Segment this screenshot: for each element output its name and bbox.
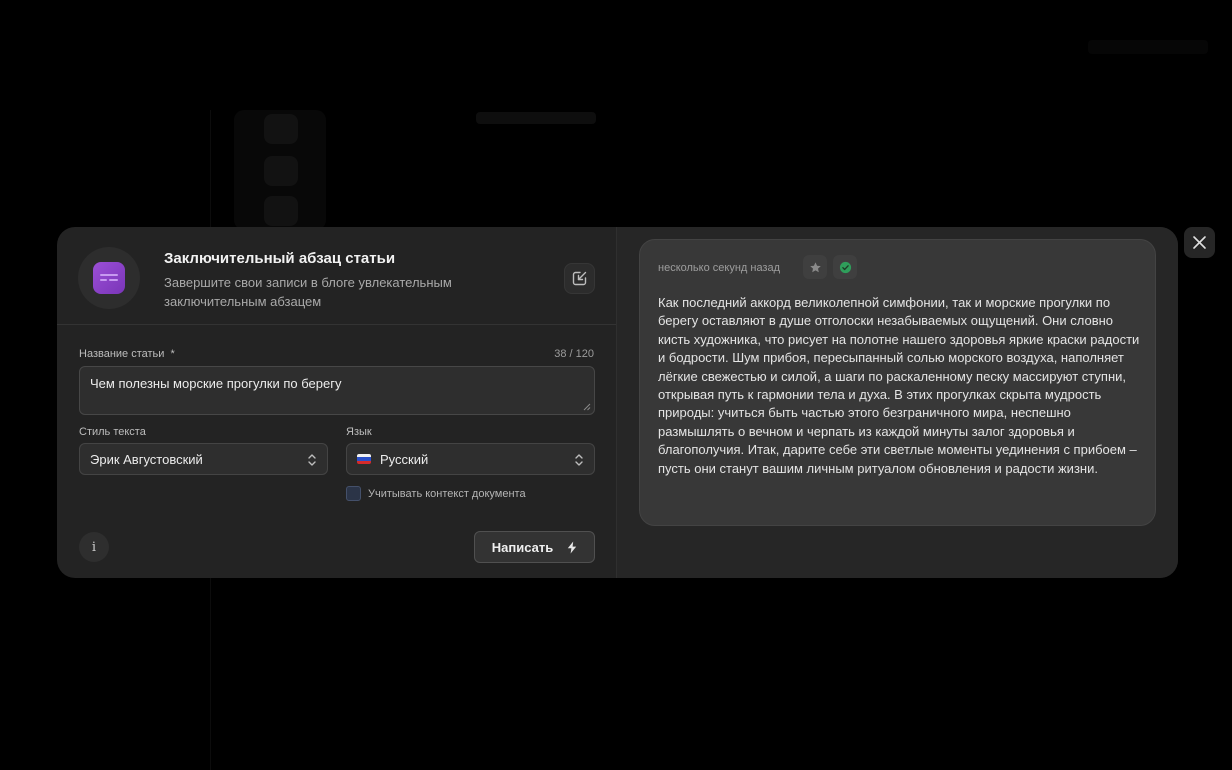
background-icon [264,114,298,144]
background-header [1088,40,1208,54]
insert-arrow-icon [572,271,587,286]
insert-button[interactable] [564,263,595,294]
check-circle-icon [839,261,851,273]
style-label: Стиль текста [79,426,146,438]
modal-header: Заключительный абзац статьи Завершите св… [57,227,616,325]
language-select[interactable]: Русский [346,443,595,475]
article-title-input[interactable]: Чем полезны морские прогулки по берегу [79,366,595,415]
modal-title: Заключительный абзац статьи [164,250,396,267]
star-icon [809,261,821,272]
paragraph-tool-icon [93,262,125,294]
context-checkbox[interactable] [346,486,361,501]
background-icon [264,196,298,226]
generator-modal: Заключительный абзац статьи Завершите св… [57,227,1178,578]
chevron-up-down-icon [575,454,583,466]
article-title-label: Название статьи * [79,348,175,360]
result-timestamp: несколько секунд назад [658,262,781,274]
language-label: Язык [346,426,372,438]
result-panel: несколько секунд назад Как последний акк… [617,227,1178,578]
form-panel: Заключительный абзац статьи Завершите св… [57,227,617,578]
accept-button[interactable] [833,255,857,279]
lightning-icon [568,541,577,553]
character-counter: 38 / 120 [554,348,594,360]
resize-handle-icon[interactable] [583,403,591,411]
context-checkbox-label[interactable]: Учитывать контекст документа [368,488,526,500]
chevron-up-down-icon [308,454,316,466]
info-icon: i [91,539,97,555]
article-title-value: Чем полезны морские прогулки по берегу [90,376,342,391]
result-text: Как последний аккорд великолепной симфон… [658,295,1140,476]
result-card: несколько секунд назад Как последний акк… [639,239,1156,526]
required-mark: * [170,348,175,360]
write-button-label: Написать [491,539,554,555]
background-title [476,112,596,124]
style-select[interactable]: Эрик Августовский [79,443,328,475]
style-value: Эрик Августовский [90,451,203,467]
russia-flag-icon [357,454,371,464]
favorite-button[interactable] [803,255,827,279]
close-icon [1193,236,1206,249]
info-button[interactable]: i [79,532,109,562]
language-value: Русский [380,451,429,467]
background-icon [264,156,298,186]
write-button[interactable]: Написать [474,531,595,563]
modal-subtitle: Завершите свои записи в блоге увлекатель… [164,275,452,309]
close-button[interactable] [1184,227,1215,258]
app-icon-wrapper [78,247,140,309]
